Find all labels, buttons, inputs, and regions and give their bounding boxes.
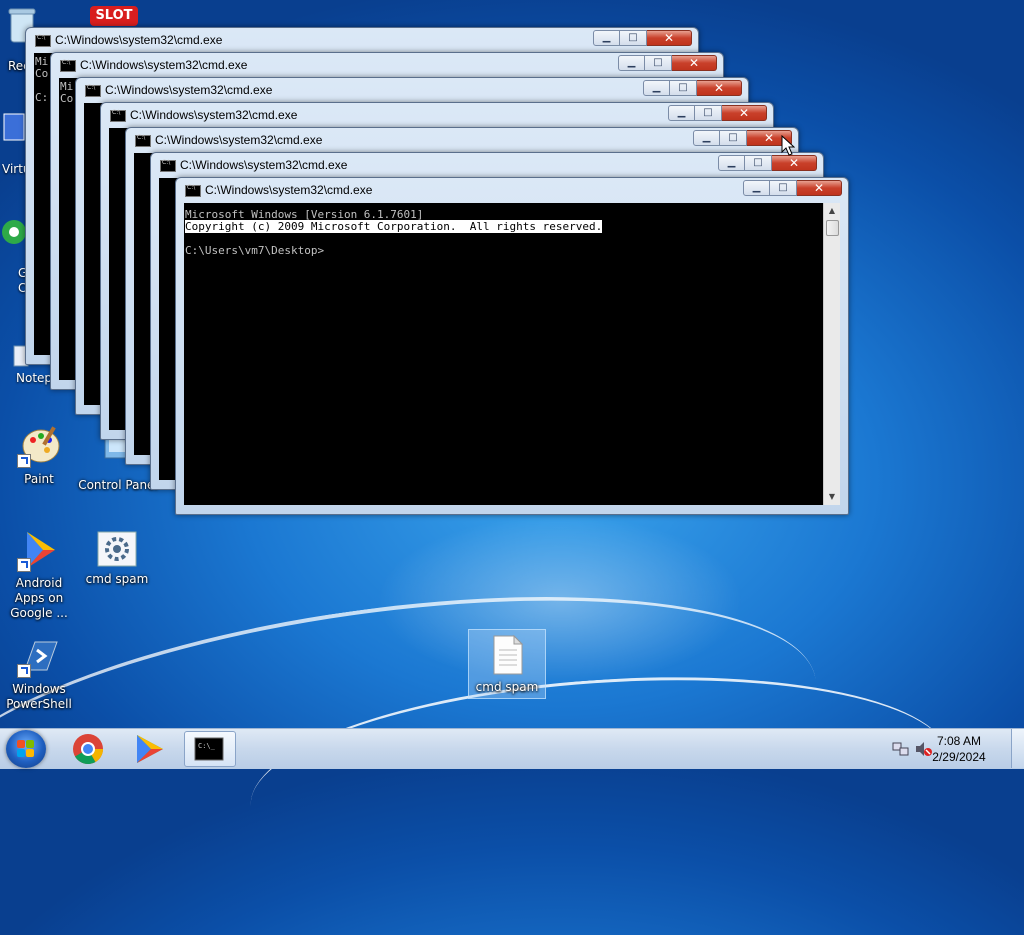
close-button[interactable]: ✕: [722, 105, 767, 121]
desktop-icon-paint[interactable]: Paint: [0, 424, 78, 487]
shortcut-arrow-icon: [17, 664, 31, 678]
shortcut-arrow-icon: [17, 558, 31, 572]
google-play-icon: [17, 528, 61, 572]
window-title: C:\Windows\system32\cmd.exe: [80, 58, 248, 72]
desktop-icon-label: Paint: [24, 472, 54, 486]
minimize-button[interactable]: ▁: [643, 80, 670, 96]
cmd-icon: [110, 109, 126, 122]
network-icon[interactable]: [892, 741, 910, 757]
taskbar: C:\_ 7:08 AM 2/29/2024: [0, 728, 1024, 769]
maximize-button[interactable]: □: [645, 55, 672, 71]
desktop-icon-powershell[interactable]: Windows PowerShell: [0, 634, 78, 712]
clock[interactable]: 7:08 AM 2/29/2024: [924, 733, 994, 765]
desktop-icon-label: cmd spam: [475, 680, 539, 694]
window-title: C:\Windows\system32\cmd.exe: [130, 108, 298, 122]
cmd-icon: [35, 34, 51, 47]
scroll-up-arrow-icon[interactable]: ▲: [824, 203, 840, 219]
window-title: C:\Windows\system32\cmd.exe: [205, 183, 373, 197]
desktop-icon-cmd-spam-shortcut[interactable]: cmd spam: [78, 530, 156, 587]
window-title: C:\Windows\system32\cmd.exe: [180, 158, 348, 172]
app-icon: [2, 220, 26, 244]
cmd-icon: [60, 59, 76, 72]
vertical-scrollbar[interactable]: ▲ ▼: [823, 203, 840, 505]
clock-date: 2/29/2024: [932, 750, 986, 764]
maximize-button[interactable]: □: [745, 155, 772, 171]
desktop-icon-label: Android Apps on Google ...: [10, 576, 68, 620]
window-titlebar[interactable]: C:\Windows\system32\cmd.exe ▁ □ ✕: [151, 153, 823, 177]
start-button[interactable]: [6, 730, 46, 768]
cmd-icon: [135, 134, 151, 147]
desktop-icon-label: Control Panel: [78, 478, 158, 492]
window-titlebar[interactable]: C:\Windows\system32\cmd.exe ▁ □ ✕: [26, 28, 698, 52]
slot-icon: SLOT: [90, 6, 138, 26]
window-titlebar[interactable]: C:\Windows\system32\cmd.exe ▁ □ ✕: [176, 178, 848, 202]
mouse-cursor-icon: [781, 135, 795, 156]
minimize-button[interactable]: ▁: [593, 30, 620, 46]
window-titlebar[interactable]: C:\Windows\system32\cmd.exe ▁ □ ✕: [126, 128, 798, 152]
maximize-button[interactable]: □: [720, 130, 747, 146]
console-area[interactable]: Microsoft Windows [Version 6.1.7601] Cop…: [184, 203, 824, 505]
clock-time: 7:08 AM: [936, 734, 982, 748]
minimize-button[interactable]: ▁: [668, 105, 695, 121]
virtualbox-icon: [3, 113, 25, 141]
cmd-icon: [160, 159, 176, 172]
close-button[interactable]: ✕: [697, 80, 742, 96]
close-button[interactable]: ✕: [772, 155, 817, 171]
desktop-icon-label: Windows PowerShell: [6, 682, 72, 711]
window-title: C:\Windows\system32\cmd.exe: [55, 33, 223, 47]
console-line-copyright: Copyright (c) 2009 Microsoft Corporation…: [184, 220, 824, 233]
console-prompt: C:\Users\vm7\Desktop>: [185, 244, 325, 257]
desktop-icon-android-apps[interactable]: Android Apps on Google ...: [0, 528, 78, 621]
cmd-icon: [185, 184, 201, 197]
desktop-icon-cmd-spam-file[interactable]: cmd spam: [468, 629, 546, 699]
taskbar-cmd[interactable]: C:\_: [184, 731, 236, 767]
batch-file-gear-icon: [96, 530, 138, 568]
taskbar-chrome[interactable]: [64, 731, 112, 767]
scroll-down-arrow-icon[interactable]: ▼: [824, 489, 840, 505]
svg-text:C:\_: C:\_: [198, 742, 216, 750]
close-button[interactable]: ✕: [647, 30, 692, 46]
minimize-button[interactable]: ▁: [618, 55, 645, 71]
window-titlebar[interactable]: C:\Windows\system32\cmd.exe ▁ □ ✕: [76, 78, 748, 102]
cmd-window-7[interactable]: C:\Windows\system32\cmd.exe ▁ □ ✕ Micros…: [175, 177, 849, 515]
taskbar-play-store[interactable]: [125, 731, 173, 767]
chrome-icon: [73, 734, 103, 765]
desktop-icon-slot[interactable]: SLOT: [90, 6, 142, 26]
close-button[interactable]: ✕: [797, 180, 842, 196]
minimize-button[interactable]: ▁: [718, 155, 745, 171]
desktop-icon-label: cmd spam: [85, 572, 149, 586]
maximize-button[interactable]: □: [620, 30, 647, 46]
window-titlebar[interactable]: C:\Windows\system32\cmd.exe ▁ □ ✕: [101, 103, 773, 127]
maximize-button[interactable]: □: [670, 80, 697, 96]
window-title: C:\Windows\system32\cmd.exe: [105, 83, 273, 97]
powershell-icon: [17, 634, 61, 678]
window-titlebar[interactable]: C:\Windows\system32\cmd.exe ▁ □ ✕: [51, 53, 723, 77]
desktop-icon-label: Notep: [16, 371, 53, 385]
window-title: C:\Windows\system32\cmd.exe: [155, 133, 323, 147]
maximize-button[interactable]: □: [770, 180, 797, 196]
shortcut-arrow-icon: [17, 454, 31, 468]
cmd-icon: C:\_: [194, 737, 224, 761]
minimize-button[interactable]: ▁: [693, 130, 720, 146]
minimize-button[interactable]: ▁: [743, 180, 770, 196]
close-button[interactable]: ✕: [672, 55, 717, 71]
scroll-thumb[interactable]: [826, 220, 839, 236]
selected-text: Copyright (c) 2009 Microsoft Corporation…: [185, 220, 603, 233]
cmd-icon: [85, 84, 101, 97]
maximize-button[interactable]: □: [695, 105, 722, 121]
play-store-icon: [137, 735, 163, 763]
show-desktop-button[interactable]: [1011, 729, 1024, 768]
paint-icon: [17, 424, 61, 468]
text-file-icon: [490, 634, 524, 676]
windows-logo-icon: [17, 740, 35, 758]
